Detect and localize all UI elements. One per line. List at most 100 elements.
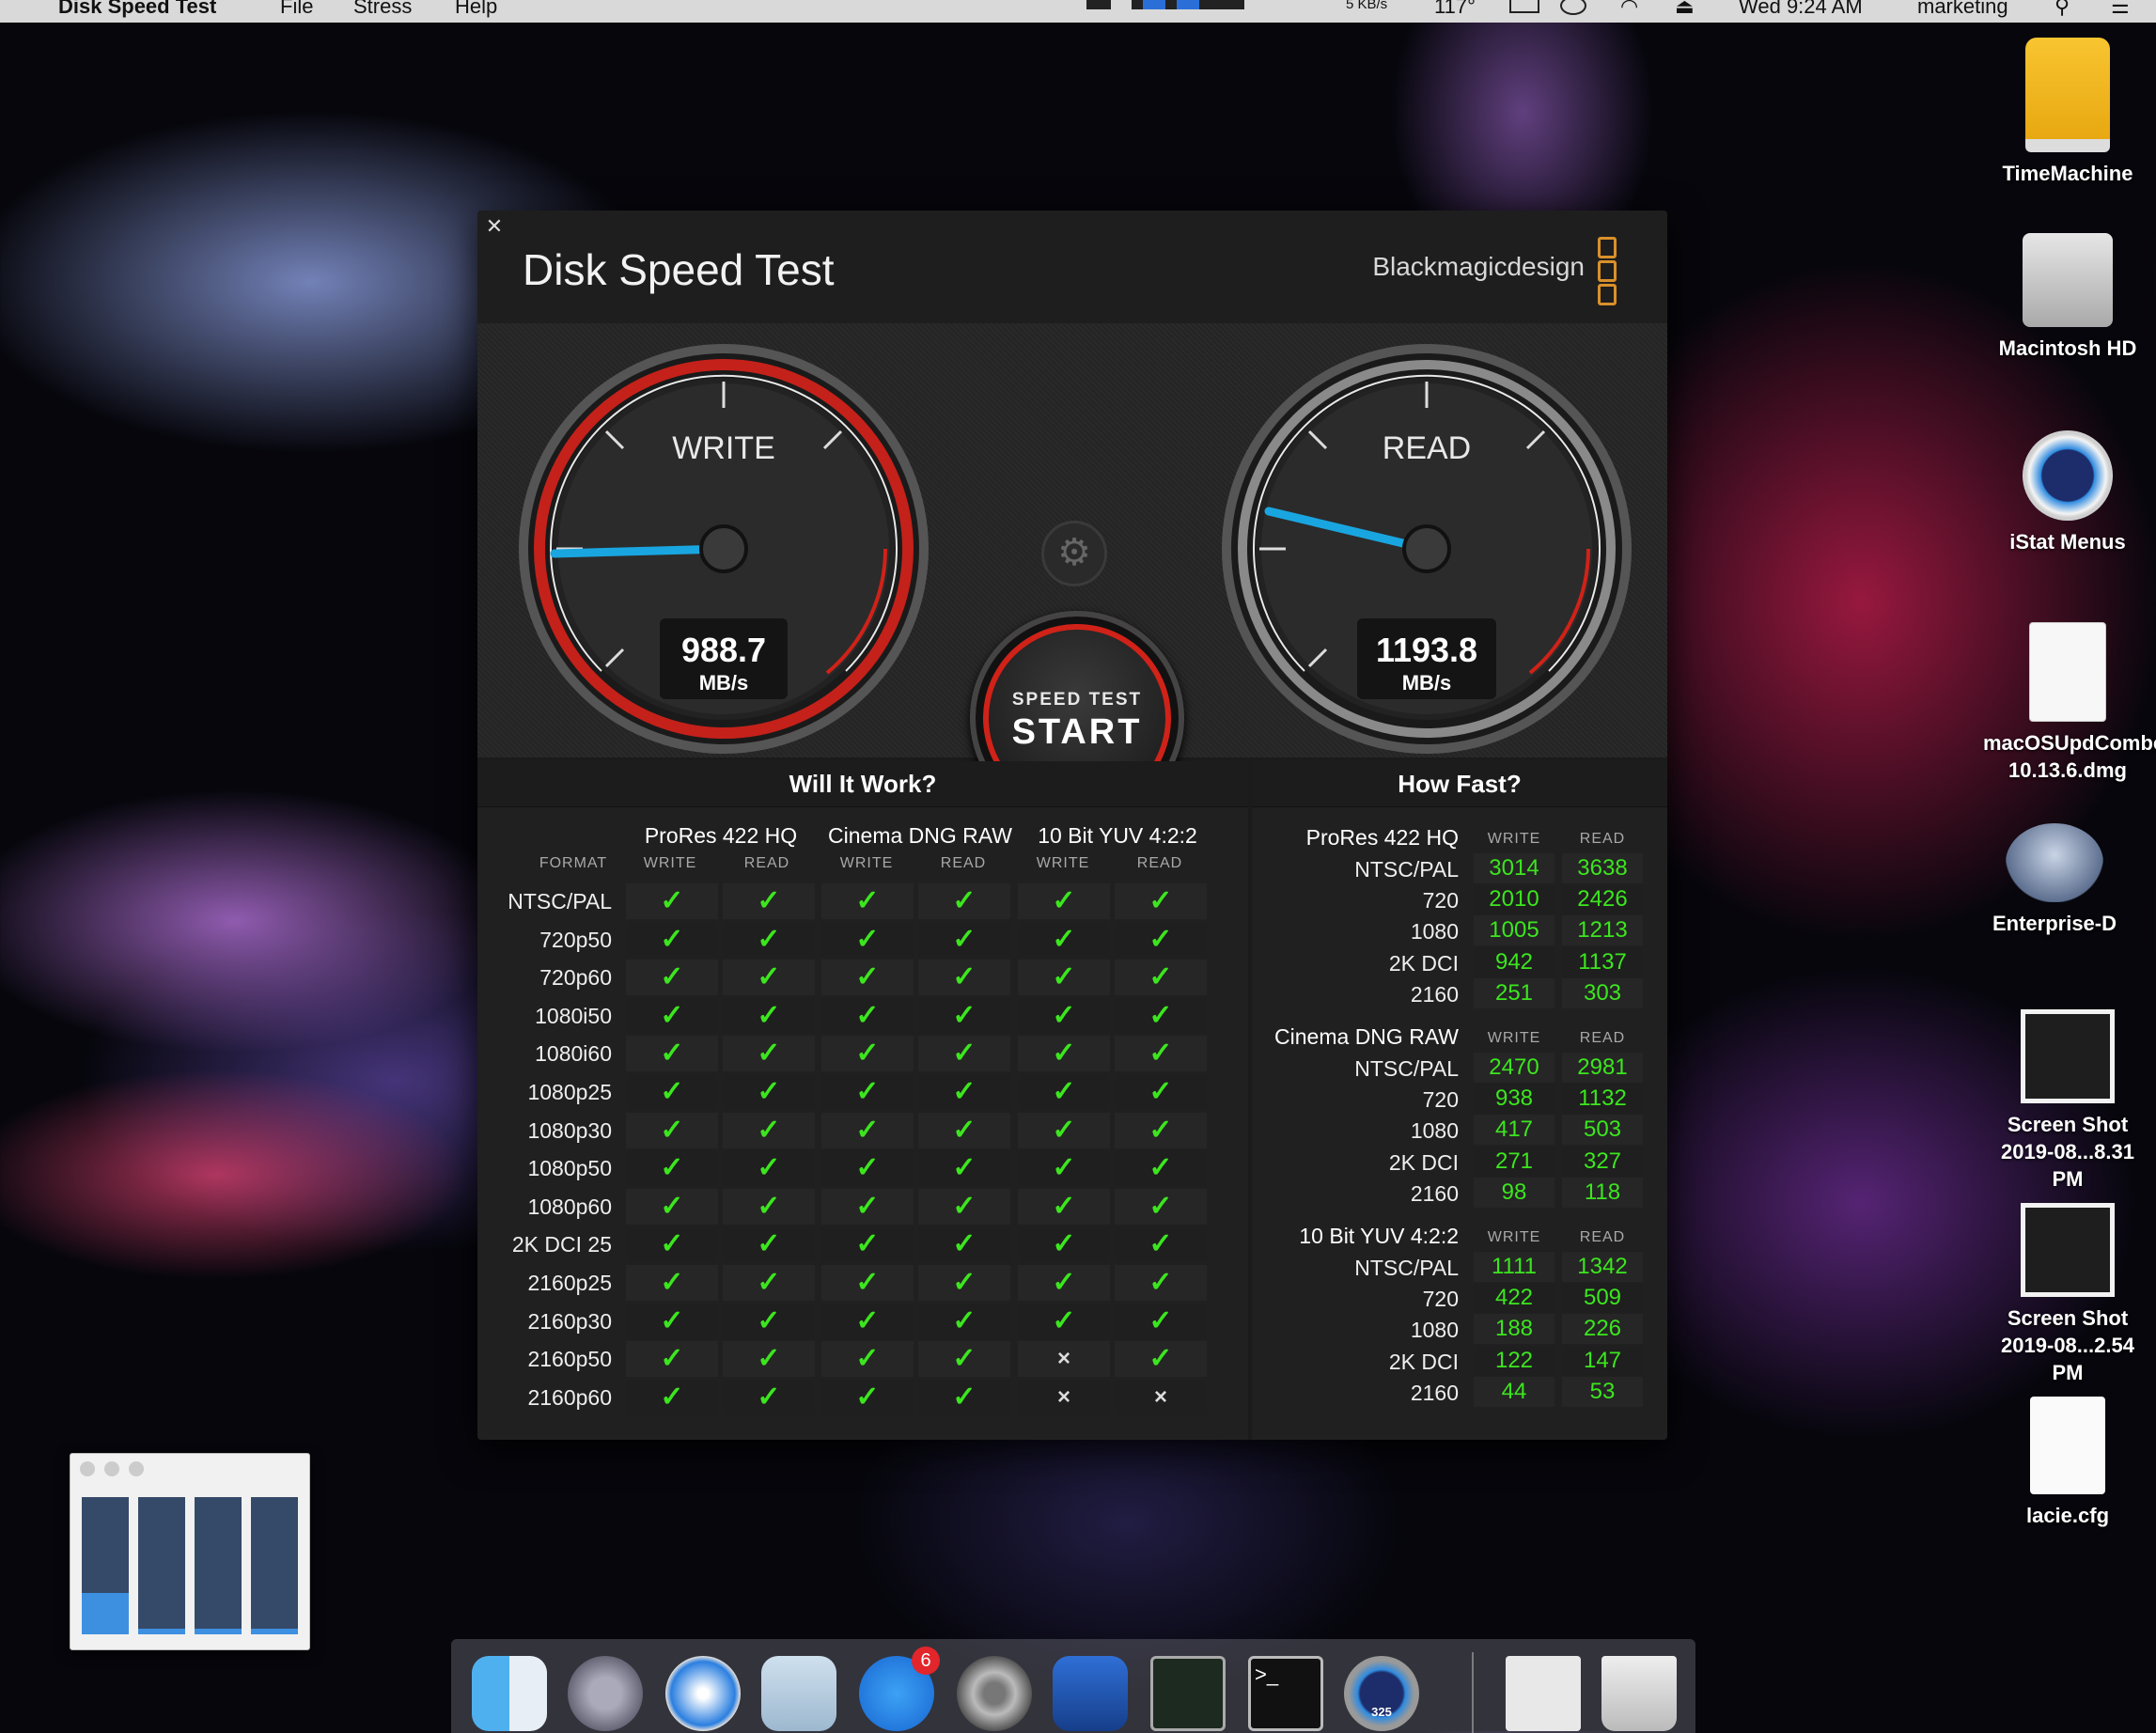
check-icon: ✓ <box>918 883 1010 919</box>
check-icon: ✓ <box>723 921 815 958</box>
format-row-label: 2160p30 <box>527 1308 612 1334</box>
menu-help[interactable]: Help <box>455 0 497 19</box>
check-icon: ✓ <box>626 1036 718 1072</box>
start-button-caption: SPEED TEST <box>1011 690 1143 710</box>
check-icon: ✓ <box>723 1112 815 1148</box>
cross-icon: × <box>1018 1379 1110 1415</box>
safari-icon[interactable] <box>665 1656 741 1731</box>
disk-speed-test-window: ✕ Disk Speed Test Blackmagicdesign WRITE… <box>477 211 1667 1440</box>
menu-user[interactable]: marketing <box>1917 0 2008 19</box>
check-icon: ✓ <box>626 1379 718 1415</box>
menu-app-name[interactable]: Disk Speed Test <box>58 0 216 19</box>
window-title: Disk Speed Test <box>523 245 835 294</box>
desktop-icon-istat-menus[interactable]: iStat Menus <box>1983 430 2152 555</box>
check-icon: ✓ <box>821 1150 914 1187</box>
how-fast-write-value: 98 <box>1474 1177 1555 1208</box>
launchpad-icon[interactable] <box>568 1656 643 1731</box>
how-fast-read-value: 303 <box>1562 977 1643 1008</box>
disk-speed-test-icon[interactable] <box>1053 1656 1128 1731</box>
desktop-icon-lacie-cfg[interactable]: lacie.cfg <box>1983 1397 2152 1529</box>
check-icon: ✓ <box>1115 1150 1207 1187</box>
check-icon: ✓ <box>821 1226 914 1263</box>
check-icon: ✓ <box>1115 997 1207 1034</box>
how-fast-write-value: 1111 <box>1474 1252 1555 1282</box>
how-fast-write-value: 3014 <box>1474 853 1555 883</box>
read-gauge: READ 1193.8 MB/s <box>1222 344 1632 754</box>
how-fast-read-value: 1213 <box>1562 915 1643 946</box>
desktop-icon-screenshot-1[interactable]: Screen Shot 2019-08...8.31 PM <box>1983 1009 2152 1193</box>
desktop-icon-label-line2: 2019-08...2.54 PM <box>2001 1334 2134 1384</box>
check-icon: ✓ <box>821 1341 914 1378</box>
prores-read-header: READ <box>743 855 790 871</box>
menu-extra-icon[interactable] <box>1086 0 1111 9</box>
prores-write-header: WRITE <box>643 855 697 871</box>
menu-clock[interactable]: Wed 9:24 AM <box>1739 0 1863 19</box>
screenshot-thumbnail-icon <box>2021 1203 2115 1297</box>
read-speed-unit: MB/s <box>1402 671 1452 695</box>
desktop-icon-dmg[interactable]: macOSUpdCombo 10.13.6.dmg <box>1983 622 2156 784</box>
downloads-stack-icon[interactable] <box>1506 1656 1581 1731</box>
settings-gear-icon[interactable]: ⚙ <box>1041 521 1107 586</box>
how-fast-write-value: 122 <box>1474 1345 1555 1376</box>
istat-cpu-memory-icon[interactable] <box>1132 0 1244 9</box>
format-row-label: 720p60 <box>539 965 612 991</box>
brand-name: Blackmagicdesign <box>1372 252 1585 281</box>
check-icon: ✓ <box>1018 1303 1110 1339</box>
terminal-icon[interactable]: >_ <box>1248 1656 1323 1731</box>
blackmagic-logo-icon <box>1598 237 1617 305</box>
desktop-icon-macintosh-hd[interactable]: Macintosh HD <box>1983 233 2152 362</box>
check-icon: ✓ <box>1018 921 1110 958</box>
app-store-badge: 6 <box>912 1647 940 1675</box>
system-preferences-icon[interactable] <box>957 1656 1032 1731</box>
istat-menus-icon[interactable]: 325 <box>1344 1656 1419 1731</box>
disk-activity-widget[interactable] <box>70 1453 310 1650</box>
check-icon: ✓ <box>1115 1265 1207 1301</box>
how-fast-section-title: ProRes 422 HQ <box>1305 825 1459 850</box>
app-store-icon[interactable]: 6 <box>859 1647 940 1731</box>
check-icon: ✓ <box>1018 1036 1110 1072</box>
check-icon: ✓ <box>918 1341 1010 1378</box>
check-icon: ✓ <box>918 960 1010 996</box>
network-rate[interactable]: 5 KB/s <box>1346 0 1387 12</box>
check-icon: ✓ <box>723 1226 815 1263</box>
mail-icon[interactable] <box>761 1656 836 1731</box>
how-fast-write-value: 422 <box>1474 1283 1555 1314</box>
temperature-readout[interactable]: 117° <box>1434 0 1476 19</box>
wifi-icon[interactable]: ◠ <box>1620 0 1638 19</box>
check-icon: ✓ <box>918 1036 1010 1072</box>
check-icon: ✓ <box>821 921 914 958</box>
desktop-icon-label: Macintosh HD <box>1998 336 2137 360</box>
check-icon: ✓ <box>626 1188 718 1225</box>
check-icon: ✓ <box>1018 1188 1110 1225</box>
check-icon: ✓ <box>723 1341 815 1378</box>
activity-monitor-icon[interactable] <box>1150 1656 1226 1731</box>
check-icon: ✓ <box>626 1150 718 1187</box>
how-fast-write-header: WRITE <box>1487 1229 1541 1245</box>
menu-file[interactable]: File <box>280 0 313 19</box>
activity-bar <box>195 1497 242 1634</box>
desktop-icon-screenshot-2[interactable]: Screen Shot 2019-08...2.54 PM <box>1983 1203 2152 1386</box>
format-row-label: 2K DCI 25 <box>511 1232 612 1257</box>
dock-divider <box>1472 1652 1474 1733</box>
how-fast-read-value: 2981 <box>1562 1053 1643 1083</box>
desktop-icon-timemachine[interactable]: TimeMachine <box>1983 38 2152 187</box>
time-machine-icon[interactable] <box>1560 0 1586 15</box>
spotlight-icon[interactable]: ⚲ <box>2054 0 2070 19</box>
trash-icon[interactable] <box>1601 1656 1677 1731</box>
how-fast-read-value: 147 <box>1562 1345 1643 1376</box>
check-icon: ✓ <box>821 1112 914 1148</box>
check-icon: ✓ <box>918 1112 1010 1148</box>
finder-icon[interactable] <box>472 1656 547 1731</box>
check-icon: ✓ <box>918 1188 1010 1225</box>
check-icon: ✓ <box>723 1303 815 1339</box>
menu-stress[interactable]: Stress <box>353 0 412 19</box>
close-icon[interactable]: ✕ <box>483 216 506 239</box>
format-row-label: 720p50 <box>539 927 612 952</box>
how-fast-read-value: 1342 <box>1562 1252 1643 1282</box>
notification-center-icon[interactable]: ☰ <box>2111 0 2130 19</box>
airplay-icon[interactable]: ⏏ <box>1675 0 1695 19</box>
check-icon: ✓ <box>626 960 718 996</box>
display-icon[interactable] <box>1509 0 1539 13</box>
istat-dock-readout: 325 <box>1371 1705 1392 1719</box>
desktop-icon-enterprise-d[interactable]: Enterprise-D <box>1970 823 2139 937</box>
